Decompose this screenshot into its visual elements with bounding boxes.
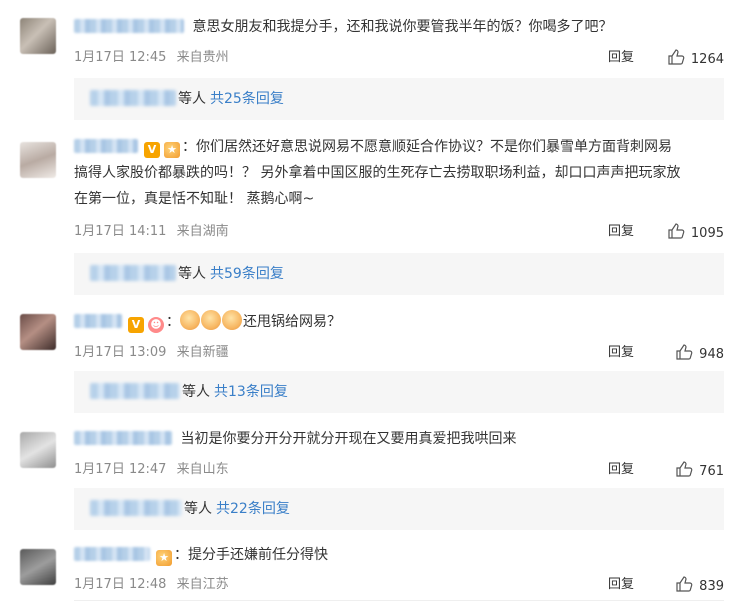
award-badge-icon: ★ — [156, 550, 172, 566]
username-blurred[interactable] — [74, 431, 172, 445]
replies-etc: 等人 — [178, 91, 206, 107]
comment-text-line: 搞得人家股价都暴跌的吗！？ 另外拿着中国区服的生死存亡去捞取职场利益，却口口声声… — [74, 165, 681, 181]
username-blurred[interactable] — [74, 19, 184, 33]
thumbs-up-icon — [676, 576, 693, 592]
like-button[interactable]: 1095 — [642, 222, 724, 244]
like-button[interactable]: 948 — [642, 343, 724, 365]
comment-time: 1月17日 13:09 — [74, 345, 167, 360]
replies-box[interactable]: 等人 共22条回复 — [74, 488, 724, 530]
avatar[interactable] — [20, 432, 56, 468]
divider — [74, 600, 724, 601]
comment-meta: 1月17日 12:45 来自贵州 回复 1264 — [74, 48, 724, 68]
replies-etc: 等人 — [178, 266, 206, 282]
vip-v-badge-icon: V — [144, 142, 160, 158]
thumbs-up-icon — [668, 223, 685, 239]
comment-text-row: 意思女朋友和我提分手，还和我说你要管我半年的饭？你喝多了吧？ — [74, 14, 724, 40]
comment-text: 当初是你要分开分开就分开现在又要用真爱把我哄回来 — [180, 431, 517, 447]
comment-list: 意思女朋友和我提分手，还和我说你要管我半年的饭？你喝多了吧？ 1月17日 12:… — [0, 0, 744, 612]
avatar[interactable] — [20, 314, 56, 350]
colon: ： — [166, 314, 180, 330]
like-button[interactable]: 761 — [642, 460, 724, 482]
replies-box[interactable]: 等人 共13条回复 — [74, 371, 724, 413]
comment-text-line: 在第一位，真是恬不知耻！ 蒸鹅心啊~ — [74, 191, 315, 207]
reply-users-blurred — [90, 500, 182, 516]
emoji-icon — [201, 310, 221, 330]
comment-location: 来自江苏 — [176, 577, 229, 592]
avatar[interactable] — [20, 142, 56, 178]
vip-v-badge-icon: V — [128, 317, 144, 333]
reply-users-blurred — [90, 383, 180, 399]
username-blurred[interactable] — [74, 314, 122, 328]
comment-time: 1月17日 12:47 — [74, 462, 167, 477]
like-count: 1095 — [690, 226, 724, 241]
comment-text-row: V ☻： 还甩锅给网易？ — [74, 309, 724, 335]
award-badge-icon: ★ — [164, 142, 180, 158]
reply-users-blurred — [90, 265, 176, 281]
comment-text: 还甩锅给网易？ — [243, 314, 341, 330]
comment-location: 来自贵州 — [176, 50, 229, 65]
comment-location: 来自新疆 — [176, 345, 229, 360]
comment-time: 1月17日 14:11 — [74, 224, 167, 239]
comment-text: 提分手还嫌前任分得快 — [188, 547, 328, 563]
like-count: 839 — [699, 579, 724, 594]
colon: ： — [182, 139, 196, 155]
comment-meta: 1月17日 14:11 来自湖南 回复 1095 — [74, 222, 724, 242]
avatar[interactable] — [20, 18, 56, 54]
replies-link[interactable]: 共25条回复 — [210, 91, 284, 107]
reply-button[interactable]: 回复 — [608, 460, 634, 480]
comment-text-line: 你们居然还好意思说网易不愿意顺延合作协议？不是你们暴雪单方面背刺网易 — [196, 139, 672, 155]
thumbs-up-icon — [668, 49, 685, 65]
emoji-icon — [222, 310, 242, 330]
comment-text-row: ★ ：提分手还嫌前任分得快 — [74, 542, 724, 568]
username-blurred[interactable] — [74, 139, 138, 153]
replies-link[interactable]: 共59条回复 — [210, 266, 284, 282]
replies-link[interactable]: 共13条回复 — [214, 384, 288, 400]
reply-button[interactable]: 回复 — [608, 222, 634, 242]
comment-text-row: V ★ ：你们居然还好意思说网易不愿意顺延合作协议？不是你们暴雪单方面背刺网易 搞得… — [74, 134, 724, 212]
like-count: 1264 — [690, 52, 724, 67]
emoji-badge-icon: ☻ — [148, 317, 164, 333]
username-blurred[interactable] — [74, 547, 150, 561]
comment-text: 意思女朋友和我提分手，还和我说你要管我半年的饭？你喝多了吧？ — [192, 19, 613, 35]
colon: ： — [174, 547, 188, 563]
reply-button[interactable]: 回复 — [608, 48, 634, 68]
replies-etc: 等人 — [184, 501, 212, 517]
replies-link[interactable]: 共22条回复 — [216, 501, 290, 517]
reply-button[interactable]: 回复 — [608, 343, 634, 363]
like-button[interactable]: 839 — [642, 575, 724, 597]
comment-meta: 1月17日 12:48 来自江苏 回复 839 — [74, 575, 724, 595]
reply-button[interactable]: 回复 — [608, 575, 634, 595]
comment-meta: 1月17日 13:09 来自新疆 回复 948 — [74, 343, 724, 363]
like-count: 761 — [699, 464, 724, 479]
avatar[interactable] — [20, 549, 56, 585]
like-button[interactable]: 1264 — [642, 48, 724, 70]
replies-box[interactable]: 等人 共25条回复 — [74, 78, 724, 120]
reply-users-blurred — [90, 90, 176, 106]
comment-location: 来自山东 — [176, 462, 229, 477]
thumbs-up-icon — [676, 461, 693, 477]
replies-box[interactable]: 等人 共59条回复 — [74, 253, 724, 295]
thumbs-up-icon — [676, 344, 693, 360]
like-count: 948 — [699, 347, 724, 362]
comment-text-row: 当初是你要分开分开就分开现在又要用真爱把我哄回来 — [74, 426, 724, 452]
comment-time: 1月17日 12:45 — [74, 50, 167, 65]
comment-meta: 1月17日 12:47 来自山东 回复 761 — [74, 460, 724, 480]
comment-location: 来自湖南 — [176, 224, 229, 239]
emoji-icon — [180, 310, 200, 330]
replies-etc: 等人 — [182, 384, 210, 400]
comment-time: 1月17日 12:48 — [74, 577, 167, 592]
